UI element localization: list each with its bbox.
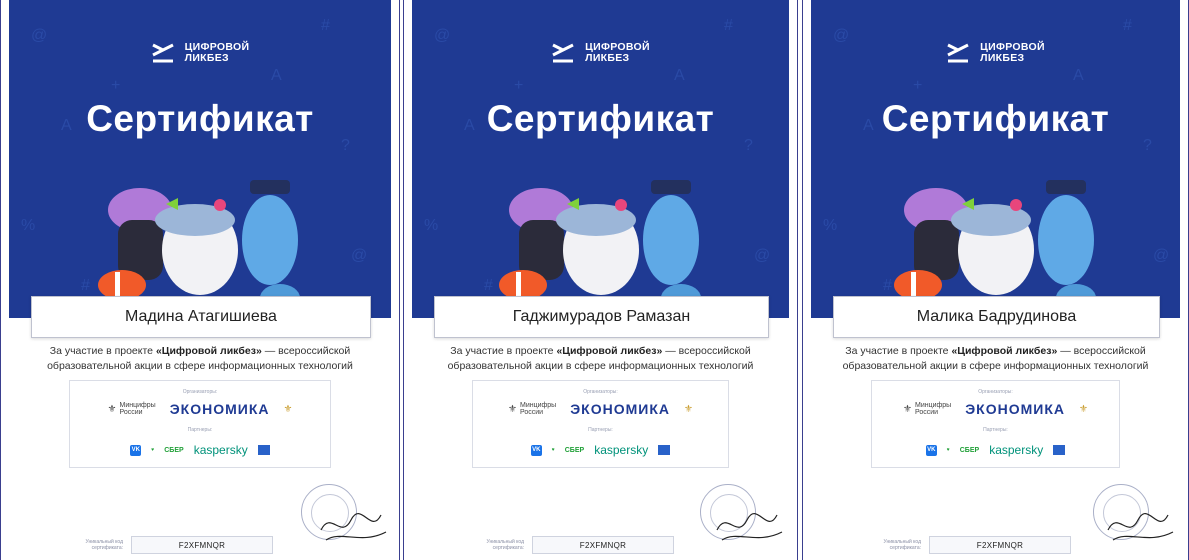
- mincifry-logo: ⚜ Минцифры России: [107, 402, 156, 416]
- economics-logo: ЭКОНОМИКА: [965, 401, 1065, 417]
- svg-text:#: #: [321, 17, 330, 34]
- emblem-logo: ⚜: [684, 403, 693, 415]
- svg-text:@: @: [1153, 247, 1169, 264]
- certificate-code: F2XFMNQR: [532, 536, 674, 554]
- sber-logo: СБЕР: [164, 446, 184, 454]
- certificate-card: @ # A ?% @ + A # ЦИФРОВОЙ ЛИКБЕЗ Сертификат Ма…: [0, 0, 400, 560]
- svg-text:A: A: [674, 67, 685, 84]
- partner-square-logo: [1053, 445, 1066, 455]
- organizers-partners-box: Организаторы: ⚜ Минцифры России ЭКОНОМИКА …: [69, 380, 331, 468]
- economics-logo: ЭКОНОМИКА: [169, 401, 270, 417]
- recipient-name: Мадина Атагишиева: [31, 296, 371, 338]
- kaspersky-logo: kaspersky: [193, 443, 248, 457]
- emblem-logo: ⚜: [283, 403, 293, 415]
- certificate-code: F2XFMNQR: [929, 536, 1071, 554]
- partner-square-logo: [257, 445, 270, 455]
- svg-text:#: #: [724, 17, 733, 34]
- code-label: Уникальный код сертификата:: [883, 539, 921, 551]
- organizers-label: Организаторы:: [978, 389, 1013, 395]
- organizers-label: Организаторы:: [182, 389, 218, 395]
- svg-text:+: +: [913, 77, 922, 94]
- sber-logo: СБЕР: [564, 446, 585, 454]
- certificate-title: Сертификат: [486, 98, 715, 139]
- vk-logo: VK: [530, 444, 542, 456]
- partner-square-logo: [658, 445, 671, 455]
- svg-text:%: %: [21, 217, 35, 234]
- certificate-description: За участие в проекте «Цифровой ликбез» —…: [842, 345, 1149, 372]
- organizers-label: Организаторы:: [583, 389, 618, 395]
- certificate-title: Сертификат: [86, 98, 314, 139]
- certificate-header-panel: @ # A ?% @ + A # ЦИФРОВОЙ ЛИКБЕЗ Сертификат: [1, 0, 399, 318]
- svg-text:A: A: [1073, 67, 1084, 84]
- svg-text:+: +: [514, 77, 523, 94]
- signature: [320, 513, 387, 541]
- fish-illustration: [498, 180, 701, 312]
- certificate-card: @ # A ?% @ + A # ЦИФРОВОЙ ЛИКБЕЗ Сертификат Га…: [403, 0, 798, 560]
- svg-text:+: +: [111, 77, 120, 94]
- mincifry-logo: ⚜ Минцифры России: [508, 402, 557, 416]
- partner-logo: ♥: [551, 447, 555, 453]
- svg-text:#: #: [1123, 17, 1132, 34]
- mincifry-logo: ⚜ Минцифры России: [903, 402, 952, 416]
- partner-logo: ♥: [151, 447, 155, 453]
- fish-illustration: [98, 180, 300, 312]
- svg-text:%: %: [823, 217, 837, 234]
- logo-arrows-icon: [152, 43, 174, 63]
- sber-logo: СБЕР: [959, 446, 980, 454]
- vk-logo: VK: [925, 444, 937, 456]
- certificate-header-panel: @ # A ?% @ + A # ЦИФРОВОЙ ЛИКБЕЗ Сертификат: [404, 0, 797, 318]
- kaspersky-logo: kaspersky: [594, 443, 649, 457]
- svg-text:%: %: [424, 217, 438, 234]
- emblem-logo: ⚜: [1079, 403, 1088, 415]
- partners-label: Партнеры:: [187, 427, 213, 433]
- code-label: Уникальный код сертификата:: [486, 539, 524, 551]
- cifrovoy-likbez-logo: ЦИФРОВОЙ ЛИКБЕЗ: [1, 42, 399, 64]
- certificate-description: За участие в проекте «Цифровой ликбез» —…: [47, 345, 353, 372]
- certificate-code: F2XFMNQR: [131, 536, 273, 554]
- logo-arrows-icon: [947, 43, 969, 63]
- signature: [1107, 513, 1174, 541]
- organizers-partners-box: Организаторы: ⚜ Минцифры России ЭКОНОМИКА …: [871, 380, 1120, 468]
- svg-text:A: A: [271, 67, 282, 84]
- economics-logo: ЭКОНОМИКА: [570, 401, 670, 417]
- svg-text:@: @: [351, 247, 367, 264]
- certificate-card: @ # A ?% @ + A # ЦИФРОВОЙ ЛИКБЕЗ Сертификат Ма…: [802, 0, 1189, 560]
- certificate-header-panel: @ # A ?% @ + A # ЦИФРОВОЙ ЛИКБЕЗ Сертификат: [803, 0, 1188, 318]
- code-label: Уникальный код сертификата:: [85, 539, 123, 551]
- recipient-name: Малика Бадрудинова: [833, 296, 1160, 338]
- svg-text:@: @: [754, 247, 770, 264]
- kaspersky-logo: kaspersky: [989, 443, 1044, 457]
- recipient-name: Гаджимурадов Рамазан: [434, 296, 769, 338]
- certificate-title: Сертификат: [881, 98, 1110, 139]
- cifrovoy-likbez-logo: ЦИФРОВОЙ ЛИКБЕЗ: [404, 42, 797, 64]
- organizers-partners-box: Организаторы: ⚜ Минцифры России ЭКОНОМИКА …: [472, 380, 729, 468]
- cifrovoy-likbez-logo: ЦИФРОВОЙ ЛИКБЕЗ: [803, 42, 1188, 64]
- signature: [716, 513, 783, 541]
- partner-logo: ♥: [946, 447, 950, 453]
- partners-label: Партнеры:: [983, 427, 1008, 433]
- fish-illustration: [893, 180, 1096, 312]
- partners-label: Партнеры:: [588, 427, 613, 433]
- vk-logo: VK: [130, 444, 142, 456]
- logo-arrows-icon: [552, 43, 574, 63]
- certificate-description: За участие в проекте «Цифровой ликбез» —…: [447, 345, 754, 372]
